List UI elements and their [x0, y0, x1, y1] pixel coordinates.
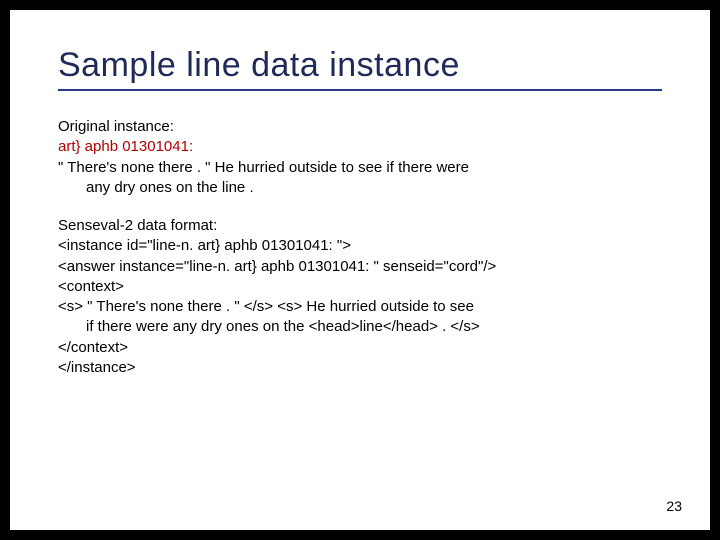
senseval-line-0: <instance id="line-n. art} aphb 01301041…: [58, 236, 662, 256]
senseval-line-4: </context>: [58, 338, 662, 358]
title-underline: [58, 89, 662, 91]
senseval-line-1: <answer instance="line-n. art} aphb 0130…: [58, 257, 662, 277]
original-text-line: " There's none there . " He hurried outs…: [58, 158, 662, 199]
original-instance-block: Original instance: art} aphb 01301041: "…: [58, 117, 662, 198]
senseval-line-3-first: <s> " There's none there . " </s> <s> He…: [58, 298, 474, 315]
senseval-line-2: <context>: [58, 277, 662, 297]
original-text-wrap: any dry ones on the line .: [58, 178, 662, 198]
page-number: 23: [666, 498, 682, 514]
original-heading: Original instance:: [58, 117, 662, 137]
senseval-line-3: <s> " There's none there . " </s> <s> He…: [58, 297, 662, 338]
senseval-line-5: </instance>: [58, 358, 662, 378]
senseval-heading: Senseval-2 data format:: [58, 216, 662, 236]
slide: Sample line data instance Original insta…: [10, 10, 710, 530]
senseval-line-3-wrap: if there were any dry ones on the <head>…: [58, 317, 662, 337]
slide-title: Sample line data instance: [58, 46, 662, 85]
senseval-block: Senseval-2 data format: <instance id="li…: [58, 216, 662, 378]
original-id-line: art} aphb 01301041:: [58, 137, 662, 157]
original-text-first: " There's none there . " He hurried outs…: [58, 159, 469, 176]
slide-body: Original instance: art} aphb 01301041: "…: [58, 117, 662, 378]
